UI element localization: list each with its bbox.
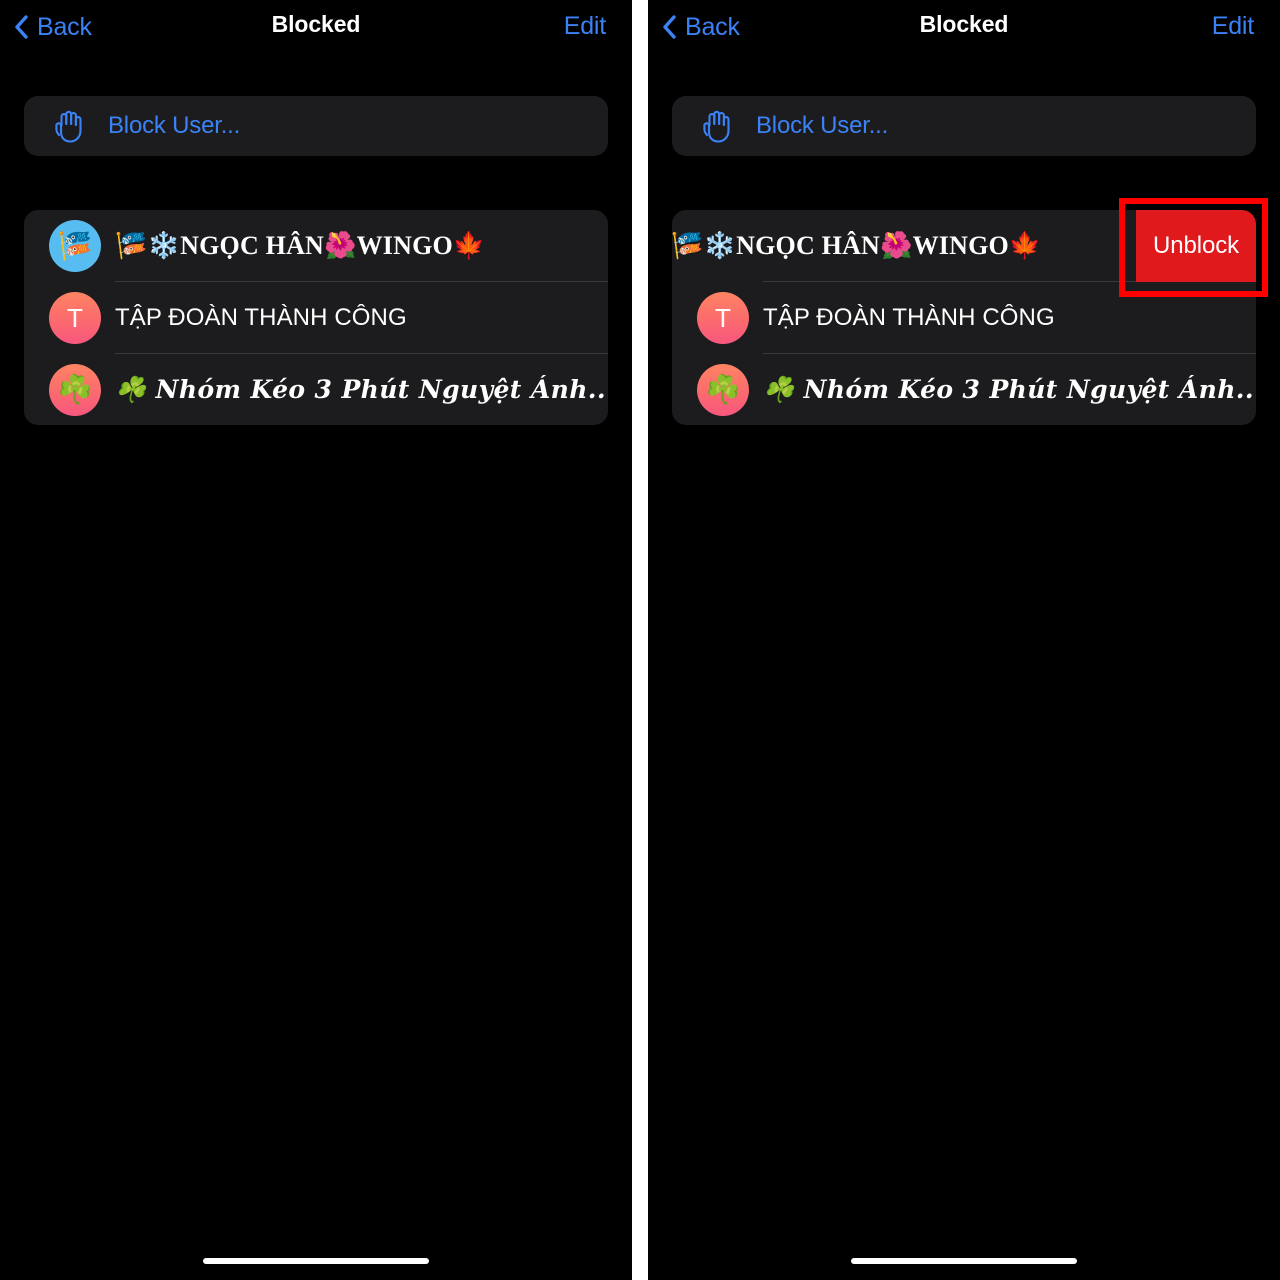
home-indicator-left	[203, 1258, 429, 1264]
block-user-row-left[interactable]: Block User...	[24, 96, 608, 156]
blocked-contact-name: ☘️ Nhóm Kéo 3 Phút Nguyệt Ánh...	[115, 375, 608, 404]
edit-button-right[interactable]: Edit	[1212, 12, 1254, 41]
right-phone-screen: Back Blocked Edit Block User... 🎏❄️NGỌC …	[648, 0, 1280, 1280]
table-row[interactable]: T TẬP ĐOÀN THÀNH CÔNG	[672, 282, 1256, 354]
table-row-swiped[interactable]: 🎏 🎏❄️NGỌC HÂN🌺WINGO🍁 Unblock	[672, 210, 1256, 282]
table-row[interactable]: ☘️ ☘️ Nhóm Kéo 3 Phút Nguyệt Ánh...	[672, 354, 1256, 425]
avatar-emoji: ☘️	[705, 374, 741, 405]
blocked-contact-name: 🎏❄️NGỌC HÂN🌺WINGO🍁	[115, 231, 486, 260]
table-row[interactable]: 🎏 🎏❄️NGỌC HÂN🌺WINGO🍁	[24, 210, 608, 282]
table-row[interactable]: T TẬP ĐOÀN THÀNH CÔNG	[24, 282, 608, 354]
avatar-initial: T	[715, 303, 731, 333]
panel-divider	[632, 0, 648, 1280]
avatar: ☘️	[49, 364, 101, 416]
block-user-row-right[interactable]: Block User...	[672, 96, 1256, 156]
raised-hand-icon	[52, 109, 86, 143]
avatar-initial: T	[67, 303, 83, 333]
page-title-left: Blocked	[271, 11, 361, 37]
navigation-bar-right: Back Blocked Edit	[648, 0, 1280, 56]
blocked-contact-name: TẬP ĐOÀN THÀNH CÔNG	[115, 304, 407, 331]
page-title-right: Blocked	[919, 11, 1009, 37]
screenshot-stage: Back Blocked Edit Block User... 🎏 🎏❄️NGỌ…	[0, 0, 1280, 1280]
blocked-contact-name: ☘️ Nhóm Kéo 3 Phút Nguyệt Ánh...	[763, 375, 1256, 404]
avatar-emoji: 🎏	[57, 230, 93, 261]
avatar: ☘️	[697, 364, 749, 416]
home-indicator-right	[851, 1258, 1077, 1264]
avatar: T	[697, 292, 749, 344]
blocked-contact-name: 🎏❄️NGỌC HÂN🌺WINGO🍁	[672, 231, 1042, 260]
unblock-button[interactable]: Unblock	[1136, 210, 1256, 282]
avatar-emoji: ☘️	[57, 374, 93, 405]
left-phone-screen: Back Blocked Edit Block User... 🎏 🎏❄️NGỌ…	[0, 0, 632, 1280]
blocked-list-right: 🎏 🎏❄️NGỌC HÂN🌺WINGO🍁 Unblock T TẬP ĐOÀN …	[672, 210, 1256, 425]
block-user-label-right: Block User...	[756, 112, 889, 139]
navigation-bar-left: Back Blocked Edit	[0, 0, 632, 56]
edit-button-left[interactable]: Edit	[564, 12, 606, 41]
blocked-contact-name: TẬP ĐOÀN THÀNH CÔNG	[763, 304, 1055, 331]
block-user-label-left: Block User...	[108, 112, 241, 139]
avatar: T	[49, 292, 101, 344]
blocked-list-left: 🎏 🎏❄️NGỌC HÂN🌺WINGO🍁 T TẬP ĐOÀN THÀNH CÔ…	[24, 210, 608, 425]
avatar: 🎏	[49, 220, 101, 272]
table-row[interactable]: ☘️ ☘️ Nhóm Kéo 3 Phút Nguyệt Ánh...	[24, 354, 608, 425]
raised-hand-icon	[700, 109, 734, 143]
